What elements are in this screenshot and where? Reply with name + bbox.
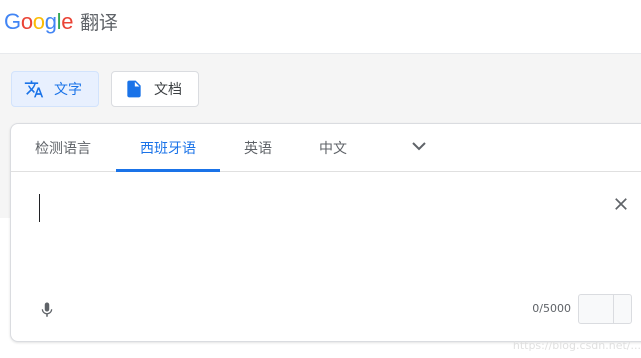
clear-button[interactable] [609,194,633,218]
translate-icon [24,79,44,99]
tab-chinese[interactable]: 中文 [306,124,360,171]
header: G o o g l e 翻译 [0,0,641,54]
document-icon [124,79,144,99]
close-icon [612,195,630,217]
watermark: https://blog.csdn.net/... [512,339,641,352]
logo-letter: e [61,9,74,34]
translator-card: 检测语言 西班牙语 英语 中文 0/5000 [10,123,641,342]
input-tools-toggle[interactable] [578,294,632,324]
voice-input-button[interactable] [37,300,57,324]
document-mode-button[interactable]: 文档 [111,71,199,107]
more-languages-button[interactable] [407,136,431,160]
tab-detect-language[interactable]: 检测语言 [23,124,103,171]
google-translate-page: G o o g l e 翻译 文字 文档 检测语言 西班牙语 英语 中文 0/5… [0,0,641,358]
source-language-bar: 检测语言 西班牙语 英语 中文 [11,124,641,172]
logo-letter: G [4,9,21,34]
logo-letter: o [20,9,33,34]
divider [613,295,614,323]
logo-letter: o [32,9,45,34]
tab-english[interactable]: 英语 [231,124,285,171]
logo-letter: g [44,9,57,34]
google-translate-logo[interactable]: G o o g l e 翻译 [4,8,118,36]
tab-spanish[interactable]: 西班牙语 [116,124,220,172]
product-name: 翻译 [80,12,118,34]
microphone-icon [38,299,56,325]
text-cursor [39,194,40,222]
text-mode-label: 文字 [54,82,82,98]
source-text-input[interactable]: 0/5000 [11,172,641,343]
text-mode-button[interactable]: 文字 [11,71,99,107]
character-count: 0/5000 [532,302,571,315]
document-mode-label: 文档 [154,82,182,98]
chevron-down-icon [407,134,431,162]
